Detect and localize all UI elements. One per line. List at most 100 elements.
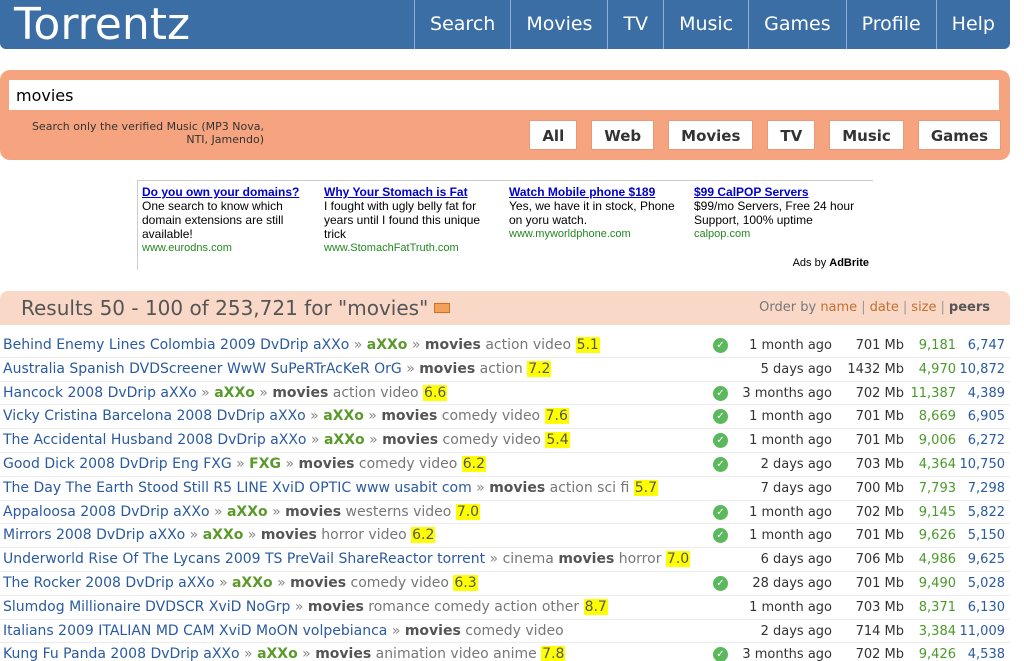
- tags-text: action sci fi: [549, 479, 630, 496]
- table-row[interactable]: Vicky Cristina Barcelona 2008 DvDrip aXX…: [0, 405, 1010, 430]
- torrent-name-link[interactable]: Vicky Cristina Barcelona 2008 DvDrip aXX…: [3, 408, 306, 424]
- category-link[interactable]: movies: [489, 480, 545, 496]
- ad-url[interactable]: calpop.com: [694, 227, 870, 241]
- uploader-link[interactable]: aXXo: [323, 408, 364, 424]
- category-link[interactable]: movies: [308, 599, 364, 615]
- ad-url[interactable]: www.eurodns.com: [142, 241, 318, 255]
- torrent-info: The Accidental Husband 2008 DvDrip aXXo …: [3, 429, 570, 452]
- ads-by-brand: AdBrite: [829, 257, 869, 269]
- nav-games[interactable]: Games: [748, 0, 845, 49]
- torrent-name-link[interactable]: Slumdog Millionaire DVDSCR XviD NoGrp: [3, 599, 290, 615]
- ads-by-label[interactable]: Ads by AdBrite: [793, 257, 869, 269]
- table-row[interactable]: Hancock 2008 DvDrip aXXo » aXXo » movies…: [0, 382, 1010, 406]
- ad-item[interactable]: Watch Mobile phone $189 Yes, we have it …: [509, 185, 685, 241]
- uploader-link[interactable]: FXG: [249, 456, 281, 472]
- nav-tv[interactable]: TV: [607, 0, 663, 49]
- ad-title[interactable]: Do you own your domains?: [142, 185, 318, 199]
- table-row[interactable]: Mirrors 2008 DvDrip aXXo » aXXo » movies…: [0, 524, 1010, 549]
- ad-item[interactable]: $99 CalPOP Servers $99/mo Servers, Free …: [694, 185, 870, 241]
- ad-body: I fought with ugly belly fat for years u…: [324, 199, 481, 241]
- category-link[interactable]: movies: [315, 646, 371, 661]
- category-link[interactable]: movies: [405, 623, 461, 639]
- category-link[interactable]: movies: [381, 408, 437, 424]
- ad-title[interactable]: $99 CalPOP Servers: [694, 185, 870, 199]
- peers-count: 11,009: [959, 623, 1006, 639]
- filter-movies-button[interactable]: Movies: [668, 120, 754, 150]
- table-row[interactable]: Australia Spanish DVDScreener WwW SuPeRT…: [0, 358, 1010, 382]
- breadcrumb-separator: »: [387, 622, 405, 639]
- search-input[interactable]: [9, 80, 999, 110]
- nav-profile[interactable]: Profile: [845, 0, 936, 49]
- verified-music-note[interactable]: Search only the verified Music (MP3 Nova…: [24, 120, 264, 146]
- tags-text: animation video anime: [375, 646, 537, 661]
- uploader-link[interactable]: aXXo: [227, 504, 268, 520]
- verified-check-icon: ✓: [713, 647, 728, 661]
- uploader-link[interactable]: aXXo: [214, 385, 255, 401]
- category-link[interactable]: movies: [382, 432, 438, 448]
- nav-movies[interactable]: Movies: [510, 0, 607, 49]
- category-link[interactable]: movies: [558, 551, 614, 567]
- filter-tv-button[interactable]: TV: [767, 120, 816, 150]
- torrent-name-link[interactable]: Good Dick 2008 DvDrip Eng FXG: [3, 456, 232, 472]
- table-row[interactable]: Underworld Rise Of The Lycans 2009 TS Pr…: [0, 548, 1010, 572]
- table-row[interactable]: Good Dick 2008 DvDrip Eng FXG » FXG » mo…: [0, 453, 1010, 477]
- table-row[interactable]: The Rocker 2008 DvDrip aXXo » aXXo » mov…: [0, 572, 1010, 596]
- torrent-name-link[interactable]: Appaloosa 2008 DvDrip aXXo: [3, 504, 210, 520]
- torrent-name-link[interactable]: The Accidental Husband 2008 DvDrip aXXo: [3, 432, 307, 448]
- verified-check-icon: ✓: [713, 456, 728, 472]
- rss-icon[interactable]: [434, 302, 451, 313]
- torrent-name-link[interactable]: Australia Spanish DVDScreener WwW SuPeRT…: [3, 361, 402, 377]
- uploader-link[interactable]: aXXo: [367, 337, 408, 353]
- ad-url[interactable]: www.myworldphone.com: [509, 227, 685, 241]
- tags-text: action video: [332, 384, 419, 401]
- category-link[interactable]: movies: [272, 385, 328, 401]
- filter-games-button[interactable]: Games: [917, 120, 1001, 150]
- torrent-name-link[interactable]: The Day The Earth Stood Still R5 LINE Xv…: [3, 480, 472, 496]
- category-link[interactable]: movies: [285, 504, 341, 520]
- table-row[interactable]: Kung Fu Panda 2008 DvDrip aXXo » aXXo » …: [0, 643, 1010, 661]
- torrent-name-link[interactable]: The Rocker 2008 DvDrip aXXo: [3, 575, 215, 591]
- ad-item[interactable]: Do you own your domains? One search to k…: [142, 185, 318, 255]
- table-row[interactable]: Italians 2009 ITALIAN MD CAM XviD MoON v…: [0, 620, 1010, 644]
- ad-title[interactable]: Why Your Stomach is Fat: [324, 185, 500, 199]
- ad-item[interactable]: Why Your Stomach is Fat I fought with ug…: [324, 185, 500, 255]
- filter-music-button[interactable]: Music: [829, 120, 904, 150]
- torrent-name-link[interactable]: Hancock 2008 DvDrip aXXo: [3, 385, 197, 401]
- table-row[interactable]: Appaloosa 2008 DvDrip aXXo » aXXo » movi…: [0, 501, 1010, 525]
- order-by-name-link[interactable]: name: [820, 300, 857, 315]
- table-row[interactable]: Slumdog Millionaire DVDSCR XviD NoGrp » …: [0, 596, 1010, 620]
- torrent-name-link[interactable]: Underworld Rise Of The Lycans 2009 TS Pr…: [3, 551, 485, 567]
- tags-text: action video: [485, 337, 572, 353]
- category-link[interactable]: movies: [419, 361, 475, 377]
- torrent-name-link[interactable]: Kung Fu Panda 2008 DvDrip aXXo: [3, 646, 240, 661]
- torrent-name-link[interactable]: Behind Enemy Lines Colombia 2009 DvDrip …: [3, 337, 349, 353]
- order-by-date-link[interactable]: date: [870, 300, 899, 315]
- nav-music[interactable]: Music: [663, 0, 748, 49]
- order-by-size-link[interactable]: size: [911, 300, 936, 315]
- site-logo[interactable]: Torrentz: [14, 0, 190, 49]
- peers-count: 5,150: [967, 528, 1005, 544]
- filter-web-button[interactable]: Web: [591, 120, 655, 150]
- table-row[interactable]: The Accidental Husband 2008 DvDrip aXXo …: [0, 429, 1010, 453]
- category-link[interactable]: movies: [299, 456, 355, 472]
- filter-all-button[interactable]: All: [529, 120, 578, 150]
- category-link[interactable]: movies: [425, 337, 481, 353]
- table-row[interactable]: Behind Enemy Lines Colombia 2009 DvDrip …: [0, 334, 1010, 358]
- nav-search[interactable]: Search: [414, 0, 510, 49]
- table-row[interactable]: The Day The Earth Stood Still R5 LINE Xv…: [0, 477, 1010, 501]
- uploader-link[interactable]: aXXo: [203, 527, 244, 543]
- peers-count: 10,750: [959, 456, 1006, 472]
- uploader-link[interactable]: aXXo: [257, 646, 298, 661]
- uploader-link[interactable]: aXXo: [324, 432, 365, 448]
- uploader-link[interactable]: aXXo: [232, 575, 273, 591]
- order-by-peers-link[interactable]: peers: [949, 300, 990, 315]
- torrent-name-link[interactable]: Italians 2009 ITALIAN MD CAM XviD MoON v…: [3, 623, 387, 639]
- category-link[interactable]: movies: [290, 575, 346, 591]
- results-title: Results 50 - 100 of 253,721 for "movies": [21, 291, 451, 325]
- ad-title[interactable]: Watch Mobile phone $189: [509, 185, 685, 199]
- torrent-name-link[interactable]: Mirrors 2008 DvDrip aXXo: [3, 527, 185, 543]
- category-link[interactable]: movies: [261, 527, 317, 543]
- ad-url[interactable]: www.StomachFatTruth.com: [324, 241, 500, 255]
- nav-help[interactable]: Help: [935, 0, 1010, 49]
- breadcrumb-separator: »: [297, 646, 316, 661]
